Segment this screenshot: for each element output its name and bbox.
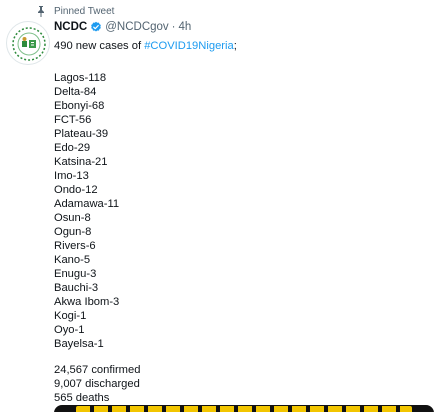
ncdc-logo: [12, 27, 46, 61]
list-item: Imo-13: [54, 170, 89, 182]
list-item: Plateau-39: [54, 128, 109, 140]
verified-badge-icon: [91, 21, 102, 32]
list-item: Ebonyi-68: [54, 100, 105, 112]
list-item: Kogi-1: [54, 310, 87, 322]
tweet-header: NCDC @NCDCgov · 4h: [54, 21, 191, 33]
total-confirmed: 24,567 confirmed: [54, 364, 141, 376]
totals-list: 24,567 confirmed 9,007 discharged 565 de…: [54, 363, 434, 405]
list-item: Kano-5: [54, 254, 91, 266]
list-item: Osun-8: [54, 212, 91, 224]
total-discharged: 9,007 discharged: [54, 378, 140, 390]
intro-text: 490 new cases of: [54, 40, 145, 52]
list-item: Delta-84: [54, 86, 97, 98]
list-item: Katsina-21: [54, 156, 108, 168]
list-item: Oyo-1: [54, 324, 85, 336]
separator-dot: ·: [171, 21, 176, 33]
hashtag-link[interactable]: #COVID19Nigeria: [144, 40, 234, 52]
list-item: Adamawa-11: [54, 198, 120, 210]
state-case-list: Lagos-118 Delta-84 Ebonyi-68 FCT-56 Plat…: [54, 71, 434, 351]
list-item: FCT-56: [54, 114, 92, 126]
avatar[interactable]: [6, 21, 50, 65]
list-item: Bayelsa-1: [54, 338, 104, 350]
pin-icon: [38, 6, 44, 17]
tweet-timestamp[interactable]: 4h: [179, 21, 192, 33]
tweet-intro: 490 new cases of #COVID19Nigeria;: [54, 39, 434, 53]
pinned-tweet[interactable]: Pinned Tweet NCDC @NCDCgov · 4h 490 new …: [0, 0, 443, 412]
tweet-body: 490 new cases of #COVID19Nigeria; Lagos-…: [54, 39, 434, 405]
list-item: Ogun-8: [54, 226, 92, 238]
author-handle[interactable]: @NCDCgov: [105, 21, 168, 33]
pinned-indicator: Pinned Tweet: [36, 6, 114, 17]
list-item: Lagos-118: [54, 72, 107, 84]
list-item: Enugu-3: [54, 268, 97, 280]
author-name[interactable]: NCDC: [54, 21, 87, 33]
total-deaths: 565 deaths: [54, 392, 110, 404]
tweet-media-image[interactable]: [54, 405, 434, 412]
pinned-label: Pinned Tweet: [54, 6, 115, 17]
list-item: Bauchi-3: [54, 282, 99, 294]
list-item: Ondo-12: [54, 184, 98, 196]
intro-suffix: ;: [233, 40, 237, 52]
media-banner-strip: [76, 406, 412, 412]
list-item: Rivers-6: [54, 240, 96, 252]
list-item: Akwa Ibom-3: [54, 296, 120, 308]
list-item: Edo-29: [54, 142, 91, 154]
